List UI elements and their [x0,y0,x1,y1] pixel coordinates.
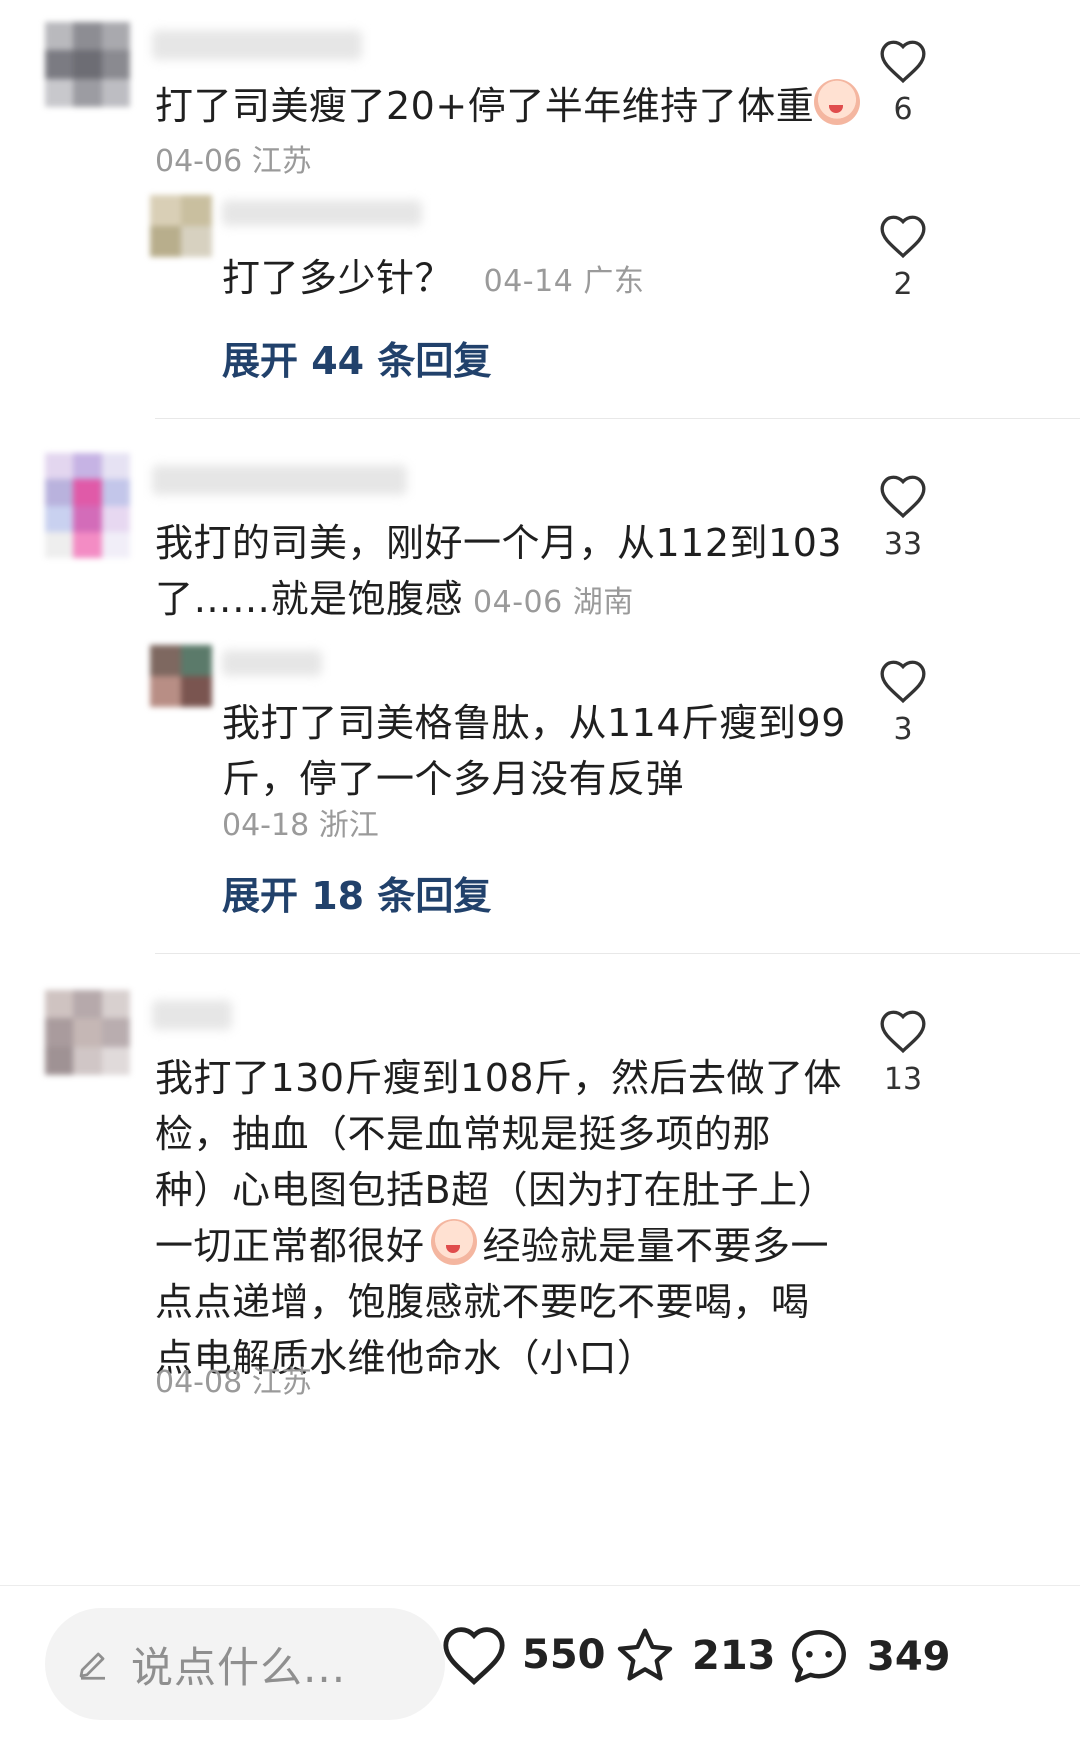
reply-meta: 04-18 浙江 [222,808,379,843]
like-count: 2 [893,267,913,302]
comment-button[interactable]: 349 [785,1624,951,1690]
divider [155,418,1080,419]
heart-icon [880,215,926,259]
favorite-button[interactable]: 213 [612,1624,776,1688]
pencil-icon [79,1652,105,1680]
expand-replies-button[interactable]: 展开 44 条回复 [222,330,491,385]
favorite-count: 213 [692,1633,776,1679]
comment-meta: 04-06 江苏 [155,144,312,179]
star-icon [617,1628,673,1681]
comment-meta: 04-06 湖南 [473,585,634,620]
heart-icon [443,1627,505,1686]
reply-text: 打了多少针？ 04-14 广东 [222,256,645,300]
avatar[interactable] [45,22,130,107]
username[interactable] [152,30,362,60]
reply-meta: 04-14 广东 [483,264,645,299]
username[interactable] [152,1000,232,1030]
heart-icon [880,475,926,519]
comment-input[interactable]: 说点什么... [45,1608,445,1720]
like-button[interactable]: 2 [858,213,948,302]
crying-emoji-icon [814,79,861,125]
like-count: 550 [522,1632,606,1678]
comment-text: 打了司美瘦了20+停了半年维持了体重 [155,78,861,134]
username[interactable] [222,650,322,676]
heart-icon [880,660,926,704]
kiss-emoji-icon [430,1219,477,1265]
like-button[interactable]: 6 [858,38,948,127]
comment-meta: 04-08 江苏 [155,1365,312,1400]
comment-text: 我打的司美，刚好一个月，从112到103 了……就是饱腹感 04-06 湖南 [155,521,843,621]
expand-replies-button[interactable]: 展开 18 条回复 [222,865,491,920]
like-count: 33 [883,527,923,562]
input-placeholder: 说点什么... [131,1642,347,1692]
like-post-button[interactable]: 550 [440,1624,606,1686]
like-button[interactable]: 33 [858,473,948,562]
like-count: 13 [883,1062,923,1097]
username[interactable] [152,465,407,495]
heart-icon [880,1010,926,1054]
like-count: 3 [893,712,913,747]
reply-text: 我打了司美格鲁肽，从114斤瘦到99 斤，停了一个多月没有反弹 [222,701,846,801]
divider [155,953,1080,954]
comment-count: 349 [867,1634,951,1680]
like-button[interactable]: 3 [858,658,948,747]
avatar[interactable] [45,453,130,558]
avatar[interactable] [150,645,212,707]
username[interactable] [222,200,422,226]
heart-icon [880,40,926,84]
like-count: 6 [893,92,913,127]
avatar[interactable] [150,195,212,257]
bottom-action-bar: 说点什么... 550 213 349 [0,1585,1080,1749]
comment-text: 我打了130斤瘦到108斤，然后去做了体 检，抽血（不是血常规是挺多项的那 种）… [155,1056,843,1380]
avatar[interactable] [45,990,130,1075]
chat-bubble-icon [792,1630,846,1683]
like-button[interactable]: 13 [858,1008,948,1097]
